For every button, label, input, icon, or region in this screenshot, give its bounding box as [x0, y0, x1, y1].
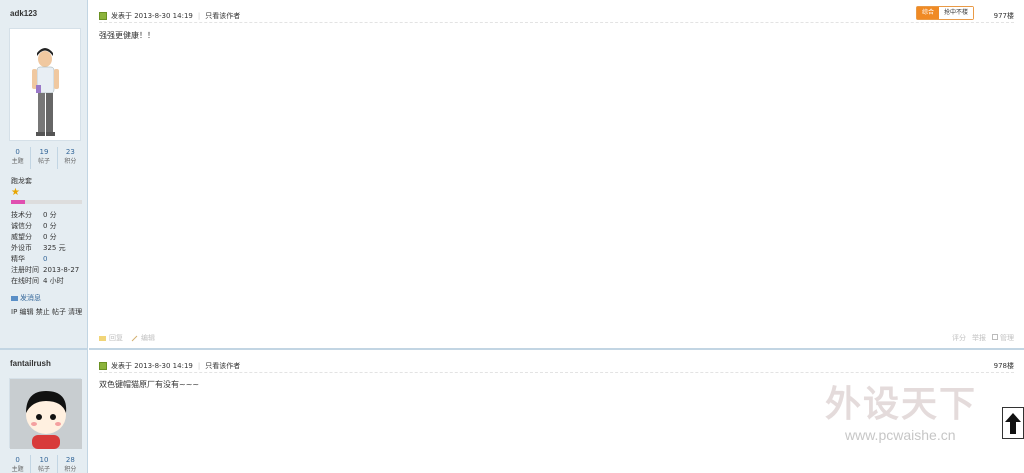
manage-label: 管理 [1000, 334, 1014, 342]
edit-button[interactable]: 编辑 [141, 333, 155, 343]
manage-checkbox-wrap[interactable]: 管理 [992, 333, 1014, 343]
stat-points[interactable]: 23 积分 [58, 147, 83, 169]
info-key: 威望分 [11, 233, 32, 241]
site-watermark: 外设天下 www.pcwaishe.cn [820, 375, 1010, 455]
star-icon: ★ [11, 187, 20, 198]
group-progress-fill [11, 200, 26, 204]
info-value: 325 元 [43, 244, 66, 252]
author-sidebar: fantailrush 0 主题 10 帖子 28 积分 [0, 348, 88, 473]
info-key: 注册时间 [11, 266, 39, 274]
avatar-figure-icon [32, 48, 59, 136]
only-author-link[interactable]: 只看该作者 [205, 361, 240, 371]
avatar-cartoon-icon [10, 379, 82, 449]
info-row: 在线时间 4 小时 [11, 276, 87, 287]
post-header: 发表于 2013-8-30 14:19 | 只看该作者 综合 抢中不楼 977楼 [99, 6, 1014, 23]
info-value: 0 分 [43, 222, 57, 230]
sort-floor-button[interactable]: 抢中不楼 [938, 7, 973, 19]
divider: | [197, 11, 201, 20]
online-status-icon [99, 11, 107, 20]
author-stats: 0 主题 10 帖子 28 积分 [5, 455, 83, 473]
info-key: 精华 [11, 255, 25, 263]
stat-label: 主题 [11, 466, 24, 473]
info-key: 在线时间 [11, 277, 39, 285]
report-button[interactable]: 举报 [972, 333, 986, 343]
watermark-url: www.pcwaishe.cn [845, 427, 956, 443]
floor-number[interactable]: 978楼 [994, 359, 1014, 373]
stat-threads[interactable]: 0 主题 [5, 455, 32, 473]
info-row: 诚信分 0 分 [11, 221, 87, 232]
stat-label: 积分 [64, 466, 77, 473]
stat-label: 帖子 [37, 466, 50, 473]
stat-label: 积分 [64, 158, 77, 165]
post-body: 发表于 2013-8-30 14:19 | 只看该作者 综合 抢中不楼 977楼… [89, 0, 1024, 348]
info-value: 2013-8-27 [43, 266, 80, 274]
stat-posts[interactable]: 10 帖子 [31, 455, 58, 473]
arrow-up-icon [1005, 413, 1021, 434]
info-value: 0 分 [43, 233, 57, 241]
stat-threads[interactable]: 0 主题 [5, 147, 32, 169]
stat-label: 主题 [11, 158, 24, 165]
info-row: 注册时间 2013-8-27 [11, 265, 87, 276]
stat-label: 帖子 [37, 158, 50, 165]
info-key: 外设币 [11, 244, 32, 252]
checkbox-icon[interactable] [992, 334, 998, 340]
back-to-top-button[interactable] [1002, 407, 1024, 439]
reply-icon [99, 335, 106, 341]
admin-links[interactable]: IP 编辑 禁止 帖子 清理 [11, 307, 83, 317]
avatar[interactable] [9, 28, 81, 141]
post-content: 强强更健康！！ [99, 31, 155, 40]
send-message-label: 发消息 [20, 294, 41, 302]
author-username[interactable]: adk123 [10, 9, 37, 18]
user-group[interactable]: 跑龙套 [11, 176, 32, 186]
author-stats: 0 主题 19 帖子 23 积分 [5, 147, 83, 169]
info-value: 0 分 [43, 211, 57, 219]
send-message-link[interactable]: 发消息 [11, 293, 41, 303]
info-value: 4 小时 [43, 277, 64, 285]
info-key: 诚信分 [11, 222, 32, 230]
stat-points[interactable]: 28 积分 [58, 455, 83, 473]
author-username[interactable]: fantailrush [10, 359, 51, 368]
post-footer: 回复 编辑 评分 举报 管理 [99, 332, 1014, 344]
online-status-icon [99, 361, 107, 370]
sort-toggle: 综合 抢中不楼 [915, 6, 974, 20]
author-sidebar: adk123 0 主题 19 帖子 23 积分 跑龙套 ★ 技术分 0 分 诚信… [0, 0, 88, 348]
post-date: 发表于 2013-8-30 14:19 [111, 361, 193, 370]
floor-number[interactable]: 977楼 [994, 9, 1014, 23]
info-row: 精华 0 [11, 254, 87, 265]
divider: | [197, 361, 201, 370]
post-content: 双色键帽猫原厂有没有~~~ [99, 380, 200, 389]
stat-value: 10 [39, 456, 49, 464]
stat-posts[interactable]: 19 帖子 [31, 147, 58, 169]
info-row: 外设币 325 元 [11, 243, 87, 254]
group-progress-bar [11, 200, 82, 204]
info-key: 技术分 [11, 211, 32, 219]
post-header: 发表于 2013-8-30 14:19 | 只看该作者 978楼 [99, 359, 1014, 373]
edit-icon [131, 335, 138, 341]
avatar[interactable] [9, 378, 82, 449]
stat-value: 19 [39, 148, 49, 156]
mail-icon [11, 295, 18, 301]
post-977: adk123 0 主题 19 帖子 23 积分 跑龙套 ★ 技术分 0 分 诚信… [0, 0, 1024, 348]
stat-value: 23 [65, 148, 75, 156]
reply-button[interactable]: 回复 [109, 333, 123, 343]
info-value[interactable]: 0 [43, 254, 47, 265]
rate-button[interactable]: 评分 [952, 333, 966, 343]
only-author-link[interactable]: 只看该作者 [205, 11, 240, 21]
footer-actions: 评分 举报 管理 [952, 333, 1014, 343]
stat-value: 0 [15, 456, 20, 464]
sort-combined-button[interactable]: 综合 [916, 7, 939, 19]
author-info: 技术分 0 分 诚信分 0 分 威望分 0 分 外设币 325 元 精华 0 注册时间 20… [11, 210, 87, 287]
stat-value: 28 [65, 456, 75, 464]
watermark-brand: 外设天下 [825, 384, 978, 425]
info-row: 技术分 0 分 [11, 210, 87, 221]
info-row: 威望分 0 分 [11, 232, 87, 243]
post-date: 发表于 2013-8-30 14:19 [111, 11, 193, 20]
stat-value: 0 [15, 148, 20, 156]
